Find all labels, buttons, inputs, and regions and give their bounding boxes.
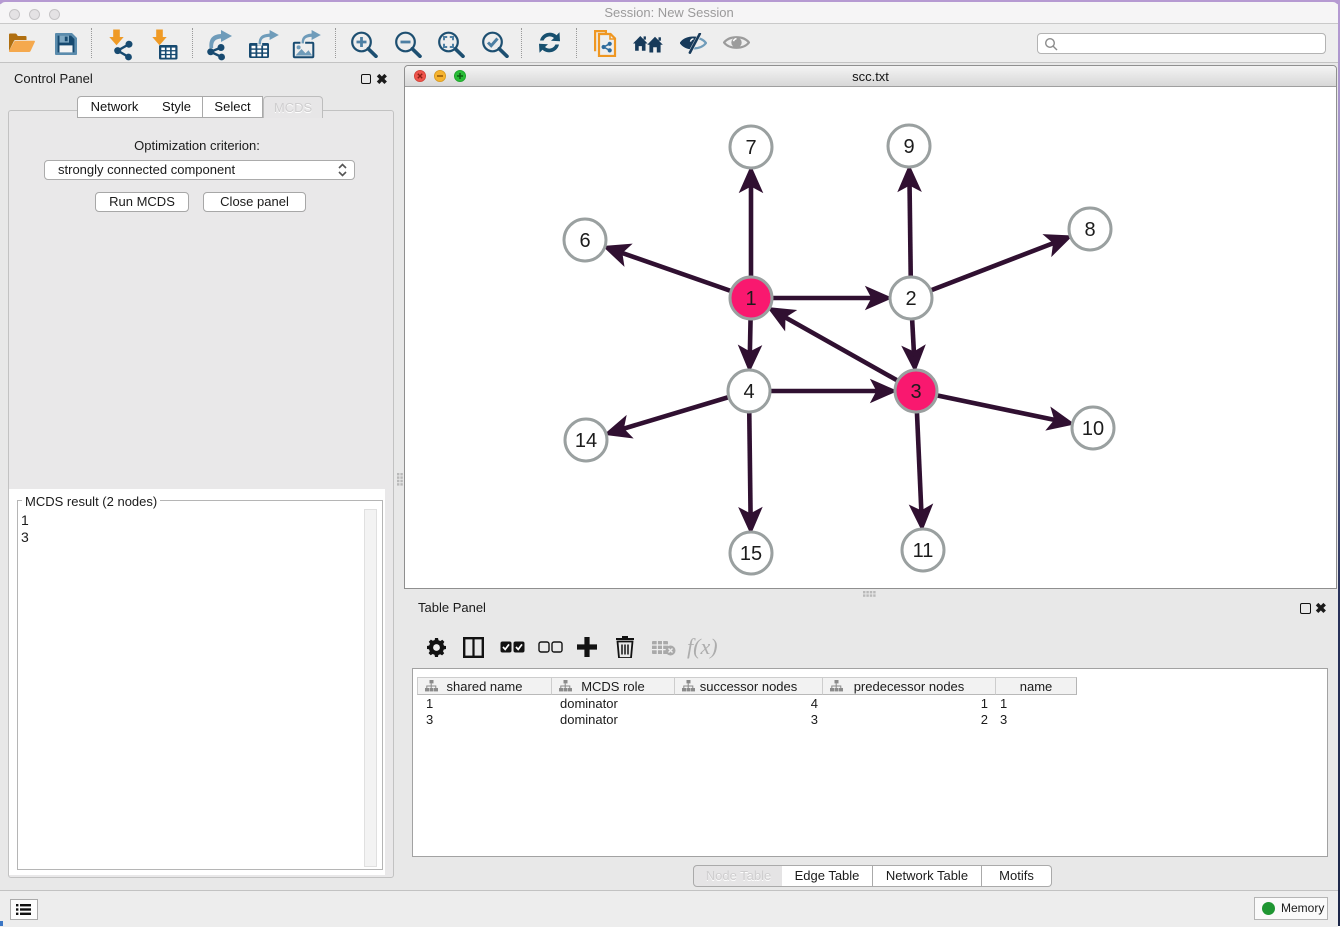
svg-text:15: 15 [740,543,762,565]
svg-text:8: 8 [1084,219,1095,241]
svg-text:11: 11 [913,540,934,562]
svg-text:10: 10 [1082,418,1104,440]
svg-text:9: 9 [903,136,914,158]
svg-text:4: 4 [743,381,754,403]
svg-text:14: 14 [575,430,597,452]
svg-text:3: 3 [910,381,921,403]
svg-text:6: 6 [579,230,590,252]
svg-text:1: 1 [745,288,756,310]
svg-text:2: 2 [905,288,916,310]
svg-text:7: 7 [745,137,756,159]
